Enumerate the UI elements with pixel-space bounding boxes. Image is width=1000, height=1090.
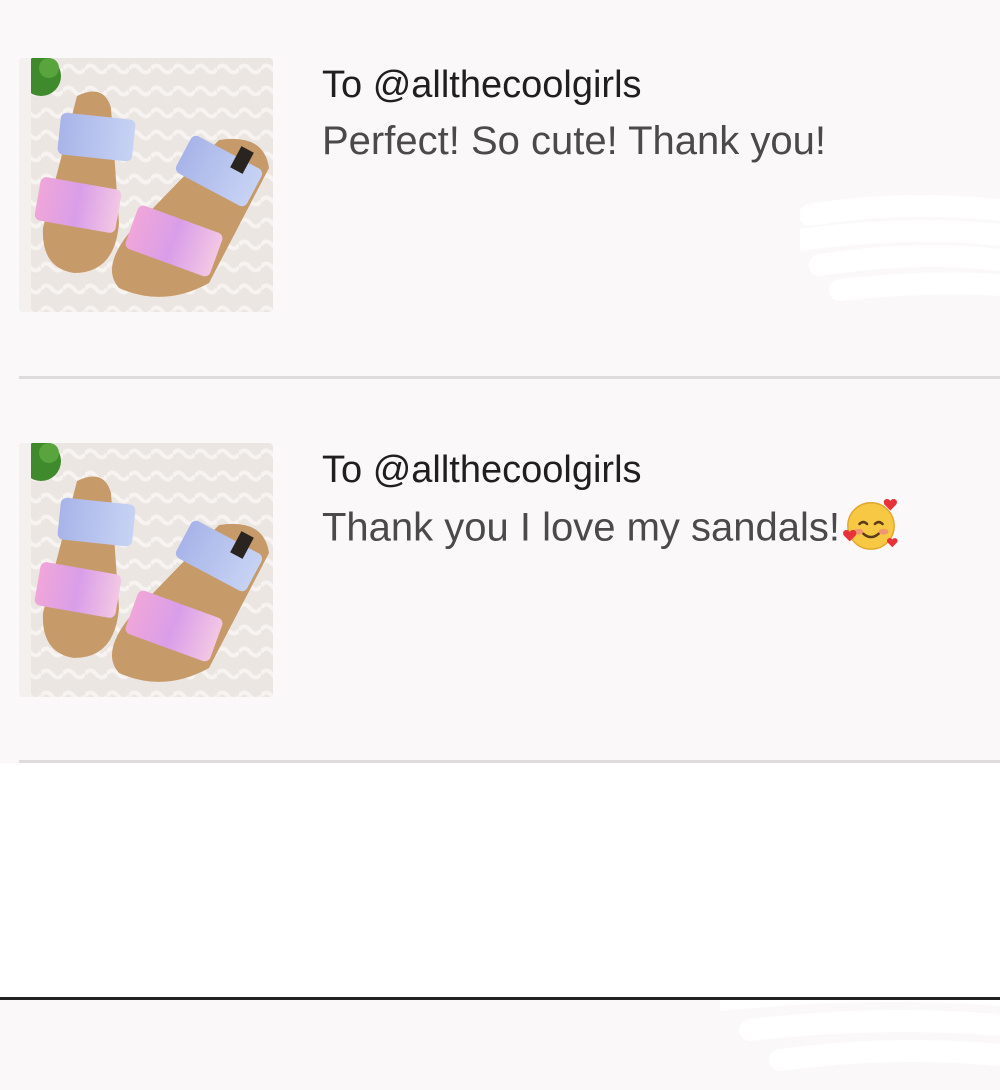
recipient-handle-link[interactable]: @allthecoolgirls <box>373 449 642 491</box>
review-text: To @allthecoolgirls Thank you I love my … <box>322 447 990 559</box>
recipient-line: To @allthecoolgirls <box>322 62 990 108</box>
smiling-face-with-hearts-icon <box>843 499 898 550</box>
sandals-image <box>19 58 273 312</box>
product-thumbnail[interactable] <box>19 58 273 312</box>
recipient-prefix: To <box>322 449 363 491</box>
review-text: To @allthecoolgirls Perfect! So cute! Th… <box>322 62 990 166</box>
blank-area <box>0 763 1000 997</box>
product-thumbnail[interactable] <box>19 443 273 697</box>
recipient-handle-link[interactable]: @allthecoolgirls <box>373 64 642 106</box>
review-message: Thank you I love my sandals! <box>322 505 841 550</box>
review-item[interactable]: To @allthecoolgirls Thank you I love my … <box>0 385 1000 1071</box>
recipient-prefix: To <box>322 64 363 106</box>
review-item[interactable]: To @allthecoolgirls Perfect! So cute! Th… <box>0 0 1000 385</box>
recipient-line: To @allthecoolgirls <box>322 447 990 493</box>
review-message: Perfect! So cute! Thank you! <box>322 119 826 163</box>
redaction-scribble <box>800 195 1000 301</box>
divider <box>19 376 1000 379</box>
review-message-line: Thank you I love my sandals! <box>322 499 990 559</box>
sandals-image <box>19 443 273 697</box>
